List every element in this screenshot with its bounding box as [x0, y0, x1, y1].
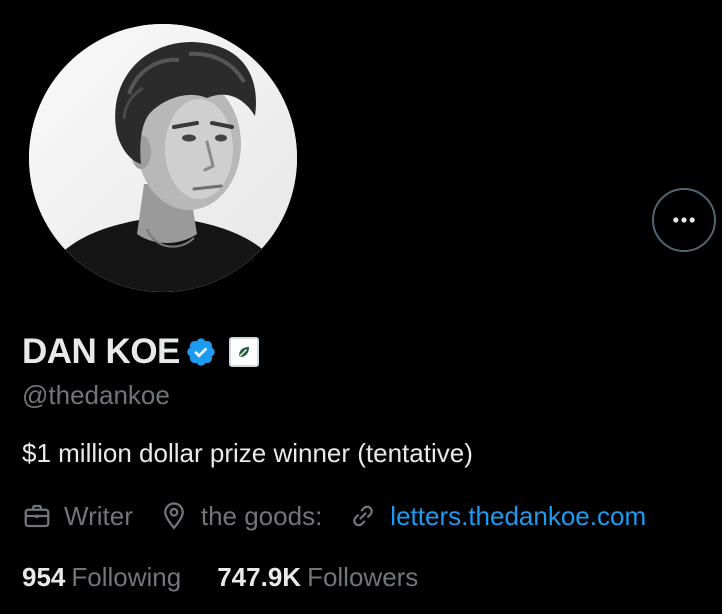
- website-item[interactable]: letters.thedankoe.com: [348, 501, 646, 532]
- briefcase-icon: [24, 504, 50, 528]
- leaf-icon: [238, 347, 249, 357]
- affiliate-badge[interactable]: [228, 337, 259, 367]
- more-options-button[interactable]: [652, 188, 716, 252]
- bio: $1 million dollar prize winner (tentativ…: [22, 438, 473, 468]
- follow-stats: 954 Following 747.9K Followers: [22, 560, 418, 594]
- followers-count: 747.9K: [217, 561, 302, 592]
- following-count: 954: [22, 561, 66, 592]
- more-horizontal-icon: [673, 217, 695, 223]
- name-row: DAN KOE: [22, 330, 259, 374]
- profile-meta: Writer the goods: letters.thedankoe.com: [22, 498, 646, 534]
- link-icon: [353, 505, 374, 527]
- profile-photo: [29, 24, 297, 292]
- location-label: the goods:: [200, 500, 323, 531]
- following-label: Following: [71, 561, 182, 592]
- followers-stat[interactable]: 747.9K Followers: [217, 562, 418, 593]
- location-item: the goods:: [159, 501, 322, 532]
- website-link[interactable]: letters.thedankoe.com: [390, 501, 646, 532]
- verified-badge-icon[interactable]: [185, 336, 217, 368]
- avatar[interactable]: [29, 24, 297, 292]
- map-pin-icon: [163, 502, 184, 530]
- profession-label: Writer: [64, 500, 133, 531]
- following-stat[interactable]: 954 Following: [22, 562, 181, 593]
- followers-label: Followers: [307, 561, 419, 592]
- profession-item: Writer: [22, 501, 133, 532]
- handle: @thedankoe: [22, 380, 170, 410]
- display-name: DAN KOE: [22, 332, 180, 371]
